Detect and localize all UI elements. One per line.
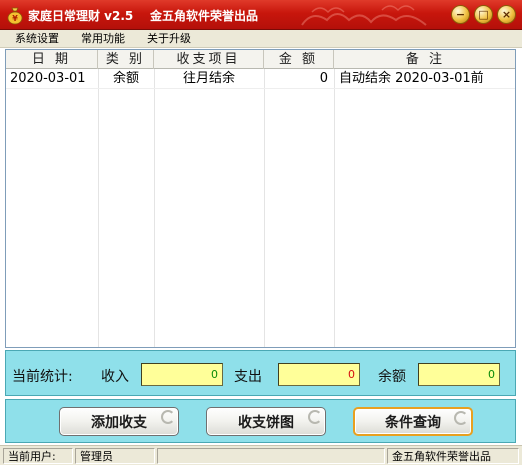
add-transaction-label: 添加收支 (91, 414, 147, 431)
svg-text:¥: ¥ (12, 14, 18, 23)
column-header-amount[interactable]: 金 额 (264, 50, 334, 69)
maximize-button[interactable]: □ (474, 5, 493, 24)
cell-note: 自动结余 2020-03-01前 (339, 71, 484, 86)
swirl-decoration-icon (161, 410, 175, 424)
cell-amount: 0 (319, 71, 328, 86)
cloud-pattern-icon (301, 5, 427, 26)
table-header: 日 期 类 别 收支项目 金 额 备 注 (6, 50, 515, 69)
condition-query-label: 条件查询 (385, 414, 441, 431)
add-transaction-button[interactable]: 添加收支 (59, 407, 179, 436)
expense-label: 支出 (234, 369, 262, 385)
cell-category: 余额 (112, 71, 139, 86)
status-panel-empty (157, 448, 385, 464)
minimize-icon: − (455, 8, 466, 21)
expense-field[interactable]: 0 (278, 363, 360, 386)
statistics-panel: 当前统计: 收入 0 支出 0 余额 0 (5, 350, 516, 396)
pie-chart-label: 收支饼图 (238, 414, 294, 431)
balance-field[interactable]: 0 (418, 363, 500, 386)
title-bar[interactable]: ¥ 家庭日常理财 v2.5 金五角软件荣誉出品 − □ × (0, 0, 522, 30)
column-divider (264, 69, 265, 347)
stats-label: 当前统计: (12, 369, 73, 385)
income-label: 收入 (101, 369, 129, 385)
close-button[interactable]: × (497, 5, 516, 24)
income-field[interactable]: 0 (141, 363, 223, 386)
condition-query-button[interactable]: 条件查询 (353, 407, 473, 436)
cell-date: 2020-03-01 (10, 71, 86, 86)
column-divider (98, 69, 99, 347)
action-panel: 添加收支 收支饼图 条件查询 (5, 399, 516, 443)
window-title: 家庭日常理财 v2.5 金五角软件荣誉出品 (28, 9, 258, 23)
status-bar: 当前用户: 管理员 金五角软件荣誉出品 (0, 445, 522, 465)
close-icon: × (501, 8, 512, 21)
column-header-category[interactable]: 类 别 (98, 50, 154, 69)
menu-bar: 系统设置 常用功能 关于升级 (0, 30, 522, 48)
column-header-note[interactable]: 备 注 (334, 50, 515, 69)
column-divider (154, 69, 155, 347)
credit-text: 金五角软件荣誉出品 (387, 448, 519, 464)
menu-common-functions[interactable]: 常用功能 (66, 30, 132, 48)
menu-about-upgrade[interactable]: 关于升级 (132, 30, 198, 48)
money-bag-icon: ¥ (7, 7, 23, 25)
pie-chart-button[interactable]: 收支饼图 (206, 407, 326, 436)
cell-item: 往月结余 (182, 71, 235, 86)
column-header-date[interactable]: 日 期 (6, 50, 98, 69)
table-row[interactable]: 2020-03-01 余额 往月结余 0 自动结余 2020-03-01前 (6, 69, 515, 89)
current-user-label: 当前用户: (3, 448, 73, 464)
column-header-item[interactable]: 收支项目 (154, 50, 264, 69)
column-divider (334, 69, 335, 347)
minimize-button[interactable]: − (451, 5, 470, 24)
swirl-decoration-icon (308, 410, 322, 424)
menu-system-settings[interactable]: 系统设置 (0, 30, 66, 48)
swirl-decoration-icon (454, 411, 468, 425)
balance-label: 余额 (378, 369, 406, 385)
maximize-icon: □ (478, 8, 489, 21)
records-table[interactable]: 日 期 类 别 收支项目 金 额 备 注 2020-03-01 余额 往月结余 … (5, 49, 516, 348)
current-user-value: 管理员 (75, 448, 155, 464)
